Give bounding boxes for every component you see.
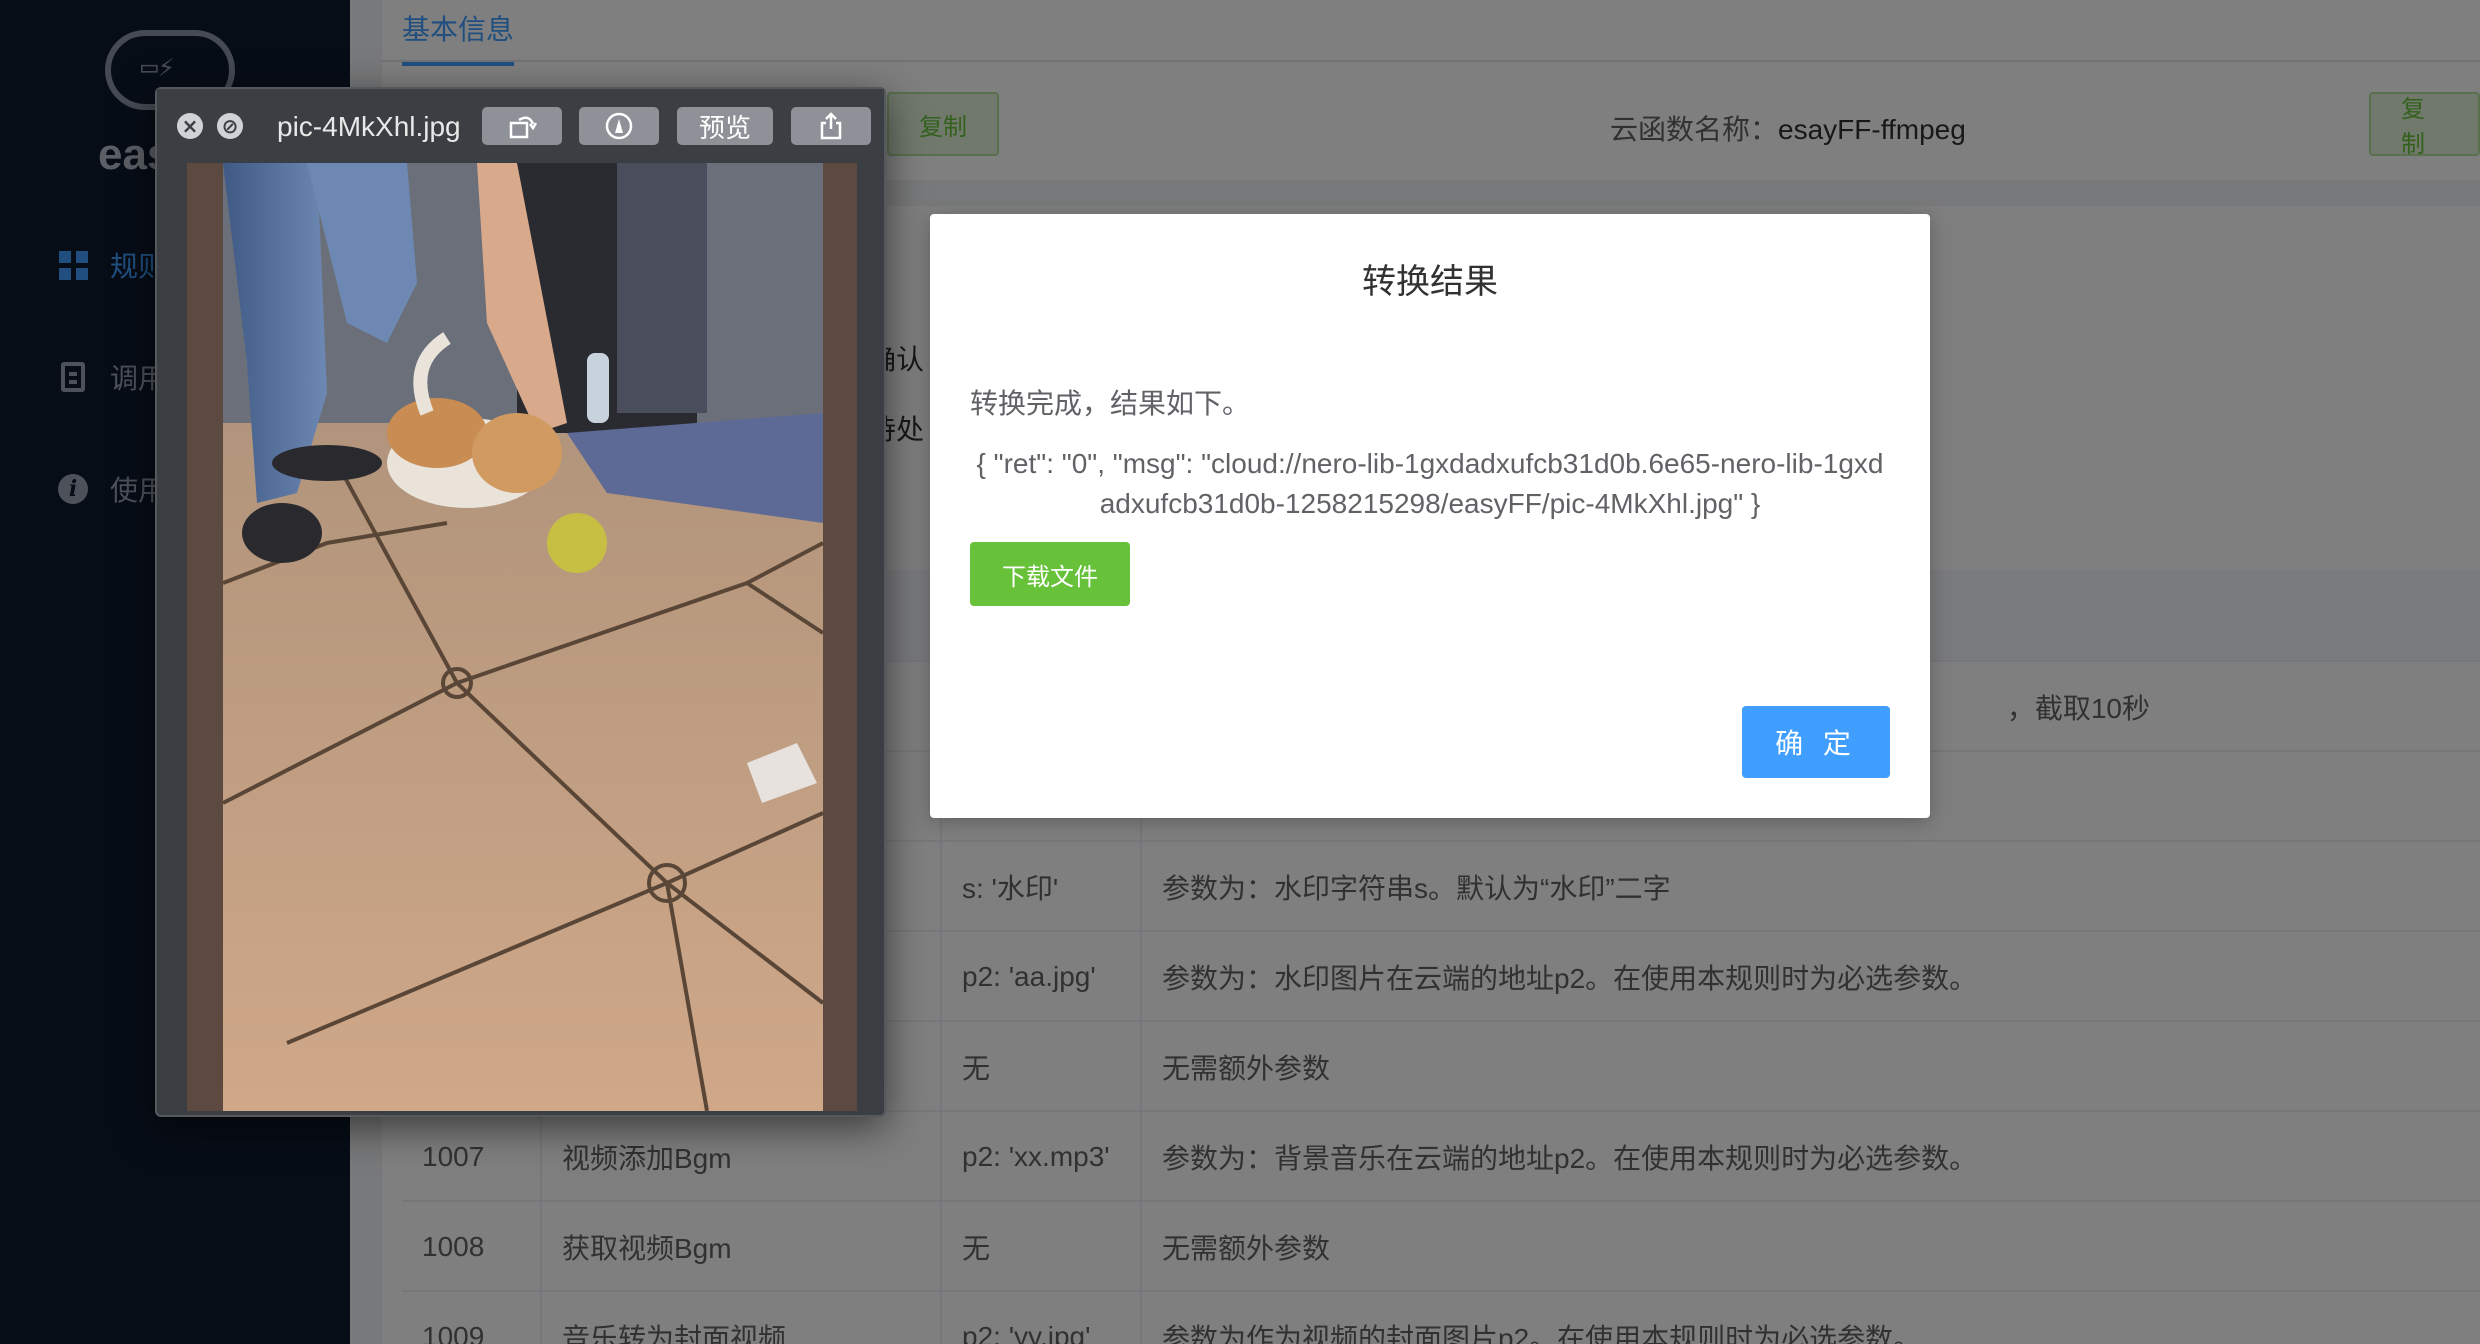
dialog-title: 转换结果 (1362, 263, 1498, 301)
confirm-button[interactable]: 确 定 (1742, 706, 1890, 778)
preview-image (187, 163, 857, 1111)
minimize-icon[interactable]: ⊘ (217, 113, 243, 139)
dialog-result-json: { "ret": "0", "msg": "cloud://nero-lib-1… (976, 448, 1884, 519)
close-icon[interactable]: × (177, 113, 203, 139)
rotate-icon[interactable] (482, 107, 562, 145)
markup-icon[interactable] (579, 107, 659, 145)
result-dialog: 转换结果 转换完成，结果如下。 { "ret": "0", "msg": "cl… (930, 214, 1930, 818)
share-icon[interactable] (791, 107, 871, 145)
open-preview-button[interactable]: 预览 (677, 107, 773, 145)
preview-filename: pic-4MkXhl.jpg (277, 111, 461, 142)
dialog-message: 转换完成，结果如下。 (970, 388, 1251, 419)
preview-titlebar[interactable]: × ⊘ pic-4MkXhl.jpg 预览 (157, 89, 884, 163)
image-preview-window: × ⊘ pic-4MkXhl.jpg 预览 (155, 87, 886, 1117)
download-file-button[interactable]: 下载文件 (970, 542, 1130, 606)
